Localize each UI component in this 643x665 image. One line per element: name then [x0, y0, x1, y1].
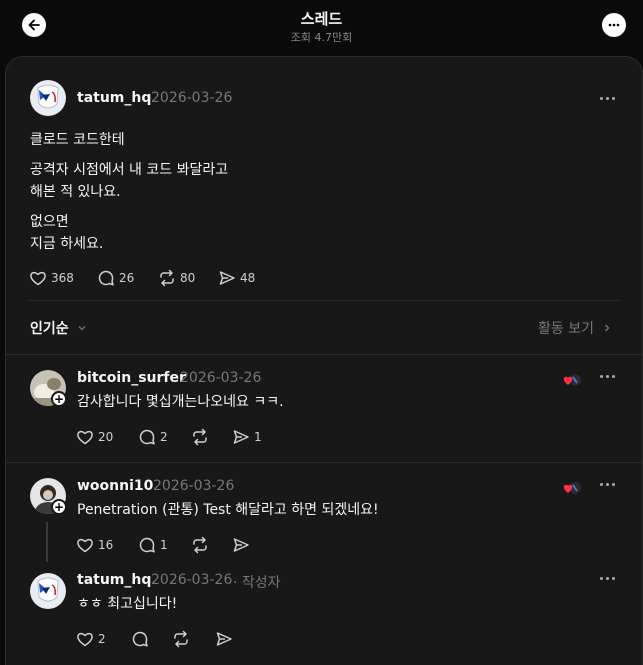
reply-date[interactable]: 2026-03-26: [180, 370, 261, 386]
view-activity-link[interactable]: 활동 보기: [538, 318, 612, 338]
comment-icon: [139, 429, 155, 445]
repost-count: 80: [180, 271, 196, 285]
repost-button[interactable]: 80: [158, 268, 195, 288]
more-horizontal-icon: [600, 97, 603, 100]
page-title: 스레드: [300, 10, 343, 28]
send-icon: [219, 271, 235, 285]
heart-icon: [30, 271, 46, 286]
more-dot: [612, 375, 615, 378]
heart-icon: [77, 538, 93, 553]
repost-button[interactable]: [191, 427, 209, 447]
like-count: 2: [98, 632, 106, 646]
avatar[interactable]: [30, 573, 66, 609]
avatar[interactable]: [30, 80, 66, 116]
post-paragraph-1: 클로드 코드한테: [30, 132, 125, 148]
more-dot: [606, 375, 609, 378]
post-paragraph-3-line-2: 지금 하세요.: [30, 236, 104, 252]
like-count: 20: [98, 430, 114, 444]
reply-more-button[interactable]: [600, 577, 620, 583]
follow-button[interactable]: +: [51, 391, 67, 407]
post-username[interactable]: tatum_hq: [77, 90, 151, 106]
reply-username[interactable]: woonni10: [77, 478, 153, 494]
repost-icon: [193, 428, 207, 446]
chevron-down-icon: [78, 326, 85, 331]
like-button[interactable]: 16: [76, 535, 113, 555]
reply-text: ㅎㅎ 최고십니다!: [77, 596, 178, 612]
share-button[interactable]: 48: [218, 268, 255, 288]
like-button[interactable]: 2: [76, 629, 106, 649]
reply-username[interactable]: bitcoin_surfer: [77, 370, 186, 386]
comment-button[interactable]: 1: [138, 535, 168, 555]
repost-icon: [174, 630, 188, 648]
comment-icon: [98, 270, 114, 286]
heart-icon: [77, 430, 93, 445]
more-horizontal-icon: [600, 577, 603, 580]
reply-more-button[interactable]: [600, 483, 620, 489]
repost-button[interactable]: [172, 629, 190, 649]
view-activity-label: 활동 보기: [538, 321, 594, 337]
comment-button[interactable]: 2: [138, 427, 168, 447]
author-tag: · 작성자: [233, 575, 281, 591]
thread-menu-button[interactable]: [602, 13, 626, 37]
sort-dropdown[interactable]: 인기순: [30, 318, 87, 338]
more-dot: [612, 577, 615, 580]
post-more-button[interactable]: [600, 97, 620, 103]
share-count: 1: [254, 430, 262, 444]
send-icon: [216, 632, 232, 646]
share-button[interactable]: [232, 535, 250, 555]
send-icon: [233, 538, 249, 552]
reply-username[interactable]: tatum_hq: [77, 572, 151, 588]
send-icon: [233, 430, 249, 444]
like-badge-icon: [562, 480, 582, 494]
more-horizontal-icon: [600, 375, 603, 378]
more-dot: [606, 483, 609, 486]
post-paragraph-2-line-1: 공격자 시점에서 내 코드 봐달라고: [30, 162, 229, 178]
share-button[interactable]: [215, 629, 233, 649]
reply-date[interactable]: 2026-03-26: [151, 572, 232, 588]
top-bar: 스레드 조회 4.7만회: [0, 0, 643, 56]
post-paragraph-2-line-2: 해본 적 있나요.: [30, 184, 121, 200]
share-button[interactable]: 1: [232, 427, 262, 447]
view-count: 조회 4.7만회: [290, 31, 353, 44]
repost-icon: [193, 536, 207, 554]
sort-label: 인기순: [30, 321, 69, 337]
more-dot: [606, 97, 609, 100]
like-count: 16: [98, 538, 114, 552]
share-count: 48: [240, 271, 256, 285]
like-button[interactable]: 20: [76, 427, 113, 447]
more-dot: [612, 483, 615, 486]
heart-icon: [77, 632, 93, 647]
like-count: 368: [51, 271, 74, 285]
like-badge-icon: [562, 372, 582, 386]
post-date[interactable]: 2026-03-26: [151, 90, 232, 106]
robot-avatar-icon: [30, 573, 66, 609]
reply-text: 감사합니다 몇십개는나오네요 ㅋㅋ.: [77, 394, 284, 410]
comment-button[interactable]: [131, 629, 149, 649]
more-dot: [606, 577, 609, 580]
robot-avatar-icon: [30, 80, 66, 116]
follow-button[interactable]: +: [51, 499, 67, 515]
comment-icon: [139, 537, 155, 553]
repost-button[interactable]: [191, 535, 209, 555]
divider: [29, 300, 619, 301]
comment-count: 1: [160, 538, 168, 552]
repost-icon: [160, 269, 174, 287]
more-dot: [612, 97, 615, 100]
comment-icon: [132, 631, 148, 647]
more-horizontal-icon: [600, 483, 603, 486]
reply-text: Penetration (관통) Test 해달라고 하면 되겠네요!: [77, 502, 379, 518]
comment-count: 2: [160, 430, 168, 444]
like-button[interactable]: 368: [29, 268, 74, 288]
comment-button[interactable]: 26: [97, 268, 134, 288]
thread-line: [46, 522, 48, 562]
divider: [5, 354, 643, 355]
reply-more-button[interactable]: [600, 375, 620, 381]
chevron-right-icon: [605, 324, 610, 332]
more-horizontal-icon: [608, 23, 620, 27]
post-paragraph-3-line-1: 없으면: [30, 214, 69, 230]
comment-count: 26: [119, 271, 135, 285]
divider: [5, 462, 643, 463]
reply-date[interactable]: 2026-03-26: [153, 478, 234, 494]
